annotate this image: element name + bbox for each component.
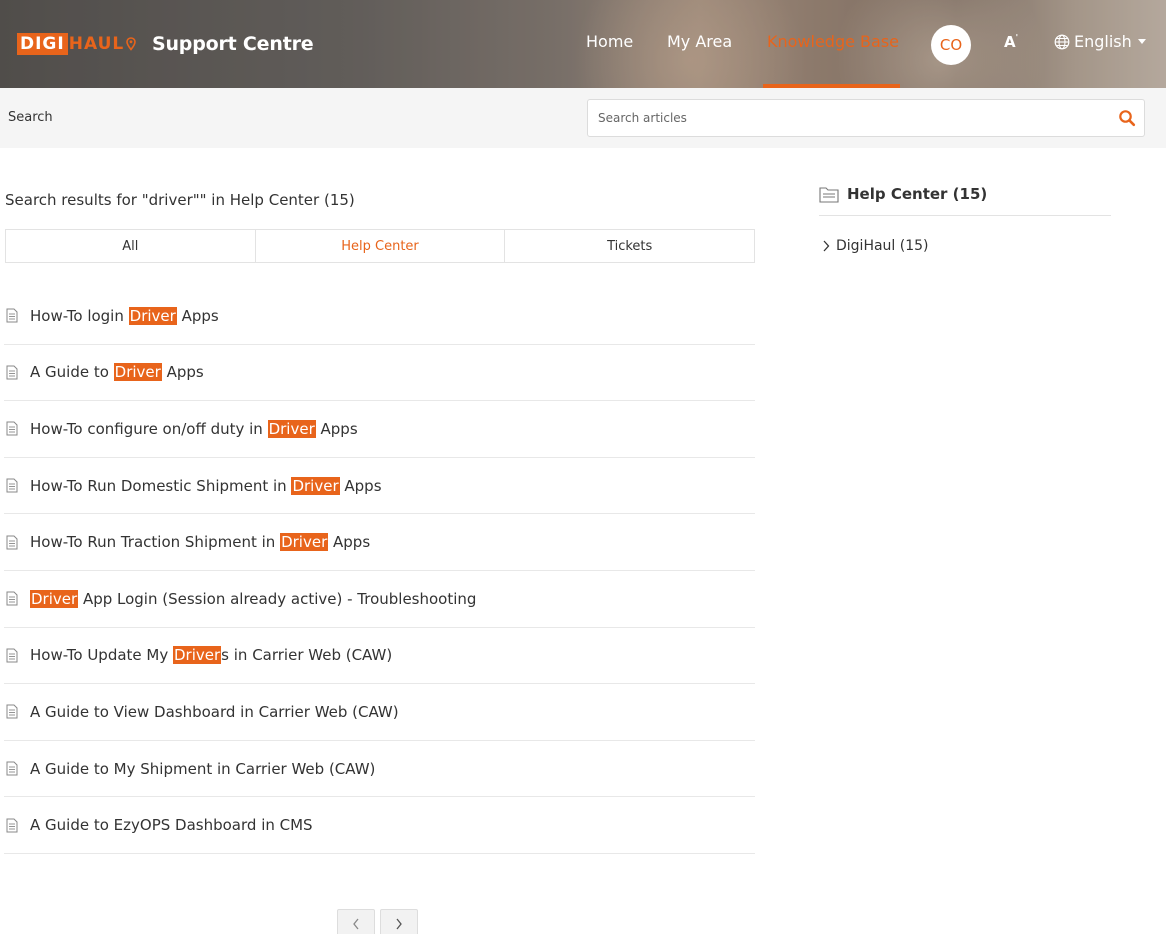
tab-tickets[interactable]: Tickets: [505, 230, 754, 262]
nav-knowledge-base[interactable]: Knowledge Base: [767, 32, 899, 51]
result-title-after: Apps: [328, 533, 371, 552]
document-icon: [6, 535, 18, 550]
logo-box-text: DIGI: [17, 33, 68, 55]
result-title-after: Apps: [339, 476, 382, 495]
result-title-link[interactable]: A Guide to View Dashboard in Carrier Web…: [30, 703, 399, 721]
result-title-link[interactable]: How-To Run Traction Shipment in Driver A…: [30, 533, 371, 552]
search-results-heading: Search results for "driver"" in Help Cen…: [5, 191, 355, 209]
document-icon: [6, 365, 18, 380]
location-pin-icon: [126, 37, 137, 51]
site-header: DIGI HAUL Support Centre Home My Area Kn…: [0, 0, 1166, 88]
user-avatar[interactable]: CO: [931, 25, 971, 65]
document-icon: [6, 421, 18, 436]
language-selector[interactable]: English: [1054, 32, 1146, 51]
search-match-highlight: Driver: [173, 646, 222, 665]
result-item[interactable]: A Guide to My Shipment in Carrier Web (C…: [4, 741, 755, 798]
pager-next-button[interactable]: [380, 909, 418, 934]
result-item[interactable]: How-To Run Traction Shipment in Driver A…: [4, 514, 755, 571]
tab-help-center[interactable]: Help Center: [256, 230, 506, 262]
site-title: Support Centre: [152, 33, 314, 55]
document-icon: [6, 761, 18, 776]
result-title-link[interactable]: A Guide to My Shipment in Carrier Web (C…: [30, 760, 375, 778]
nav-home[interactable]: Home: [586, 32, 633, 51]
result-title-after: Apps: [315, 419, 358, 438]
search-match-highlight: Driver: [291, 476, 340, 495]
result-item[interactable]: How-To Run Domestic Shipment in Driver A…: [4, 458, 755, 515]
result-title-before: A Guide to My Shipment in Carrier Web (C…: [30, 759, 376, 778]
logo-text: HAUL: [68, 34, 125, 54]
result-item[interactable]: A Guide to EzyOPS Dashboard in CMS: [4, 797, 755, 854]
font-size-icon[interactable]: A': [1004, 33, 1020, 51]
chevron-right-icon: [396, 918, 402, 930]
globe-icon: [1054, 34, 1070, 49]
search-label: Search: [8, 110, 53, 125]
results-tabs: All Help Center Tickets: [5, 229, 755, 263]
result-item[interactable]: A Guide to View Dashboard in Carrier Web…: [4, 684, 755, 741]
result-item[interactable]: A Guide to Driver Apps: [4, 345, 755, 402]
sidebar-heading-label: Help Center (15): [847, 185, 988, 203]
document-icon: [6, 591, 18, 606]
pager-prev-button[interactable]: [337, 909, 375, 934]
folder-icon: [819, 187, 839, 203]
font-size-icon-glyph: A: [1004, 33, 1016, 51]
digihaul-logo[interactable]: DIGI HAUL: [17, 31, 137, 57]
document-icon: [6, 648, 18, 663]
tab-all[interactable]: All: [6, 230, 256, 262]
document-icon: [6, 478, 18, 493]
search-icon[interactable]: [1118, 109, 1136, 127]
result-title-before: How-To Update My: [30, 646, 173, 665]
results-list: How-To login Driver Apps A Guide to Drive…: [4, 288, 755, 854]
chevron-right-icon: [823, 240, 830, 252]
result-title-link[interactable]: How-To Update My Driver s in Carrier Web …: [30, 646, 393, 665]
result-title-before: A Guide to EzyOPS Dashboard in CMS: [30, 816, 313, 835]
result-title-before: How-To Run Domestic Shipment in: [30, 476, 292, 495]
chevron-left-icon: [353, 918, 359, 930]
result-title-link[interactable]: Driver App Login (Session already active…: [30, 589, 477, 608]
result-item[interactable]: How-To configure on/off duty in Driver A…: [4, 401, 755, 458]
result-title-after: s in Carrier Web (CAW): [221, 646, 393, 665]
nav-my-area[interactable]: My Area: [667, 32, 732, 51]
search-input[interactable]: [598, 100, 1098, 136]
result-title-link[interactable]: A Guide to EzyOPS Dashboard in CMS: [30, 816, 313, 834]
result-title-link[interactable]: A Guide to Driver Apps: [30, 363, 204, 382]
document-icon: [6, 818, 18, 833]
chevron-down-icon: [1137, 39, 1146, 44]
result-title-before: How-To configure on/off duty in: [30, 419, 268, 438]
search-bar: Search: [0, 88, 1166, 148]
result-title-before: A Guide to: [30, 363, 114, 382]
result-title-after: Apps: [176, 306, 219, 325]
sidebar-heading: Help Center (15): [819, 185, 1111, 216]
sidebar-item-label: DigiHaul (15): [836, 238, 929, 254]
result-title-link[interactable]: How-To login Driver Apps: [30, 306, 219, 325]
result-title-link[interactable]: How-To Run Domestic Shipment in Driver A…: [30, 476, 382, 495]
search-match-highlight: Driver: [30, 589, 79, 608]
result-title-link[interactable]: How-To configure on/off duty in Driver A…: [30, 419, 358, 438]
search-match-highlight: Driver: [267, 419, 316, 438]
font-size-icon-plus: ': [1015, 33, 1019, 42]
search-match-highlight: Driver: [280, 533, 329, 552]
document-icon: [6, 308, 18, 323]
search-match-highlight: Driver: [113, 363, 162, 382]
search-field: [587, 99, 1145, 137]
result-title-after: App Login (Session already active) - Tro…: [78, 589, 477, 608]
result-title-after: Apps: [161, 363, 204, 382]
language-label: English: [1074, 32, 1132, 51]
result-item[interactable]: How-To login Driver Apps: [4, 288, 755, 345]
result-item[interactable]: How-To Update My Driver s in Carrier Web …: [4, 628, 755, 685]
result-title-before: How-To Run Traction Shipment in: [30, 533, 281, 552]
result-title-before: A Guide to View Dashboard in Carrier Web…: [30, 702, 399, 721]
document-icon: [6, 704, 18, 719]
search-match-highlight: Driver: [128, 306, 177, 325]
sidebar-item-digihaul[interactable]: DigiHaul (15): [822, 238, 929, 254]
result-item[interactable]: Driver App Login (Session already active…: [4, 571, 755, 628]
result-title-before: How-To login: [30, 306, 129, 325]
